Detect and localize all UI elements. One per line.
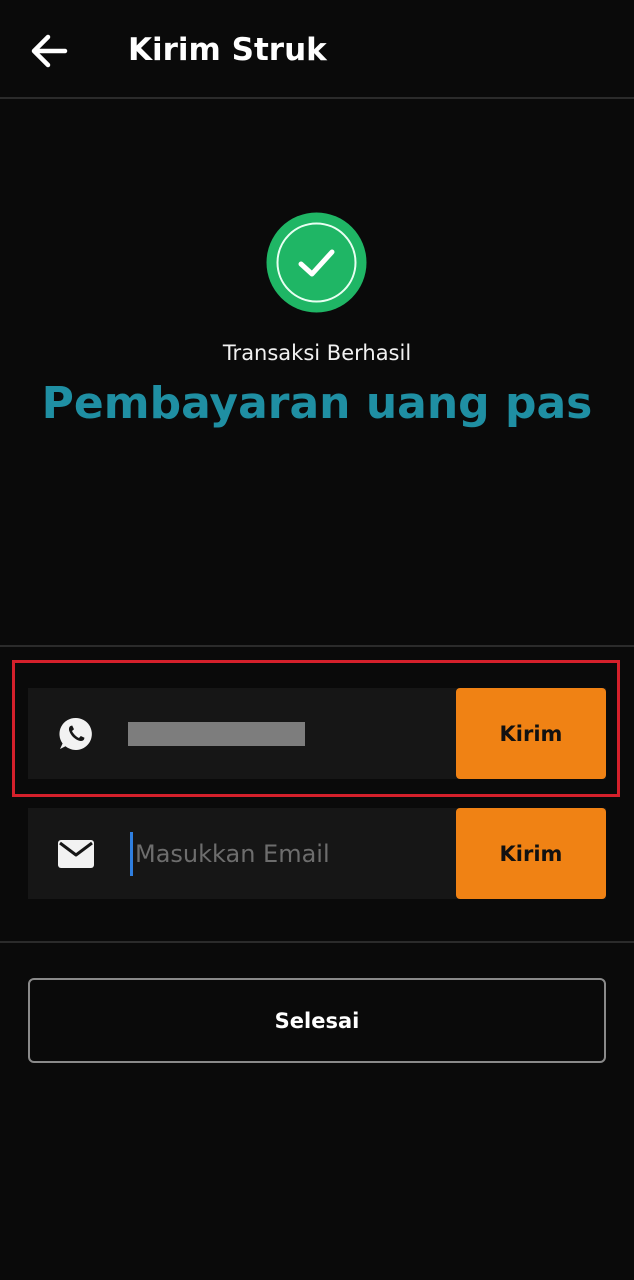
whatsapp-icon <box>58 716 94 752</box>
email-send-button[interactable]: Kirim <box>456 808 606 899</box>
transaction-status-text: Transaksi Berhasil <box>222 341 412 365</box>
back-button[interactable] <box>26 30 72 72</box>
mail-icon <box>58 836 94 872</box>
whatsapp-send-button[interactable]: Kirim <box>456 688 606 779</box>
payment-method-headline: Pembayaran uang pas <box>41 378 593 429</box>
email-row: Masukkan Email Kirim <box>28 808 606 899</box>
check-circle-icon <box>266 212 367 313</box>
arrow-left-icon <box>31 34 68 68</box>
text-cursor <box>130 831 133 876</box>
email-placeholder: Masukkan Email <box>135 839 330 868</box>
page-title: Kirim Struk <box>128 32 327 68</box>
email-input[interactable]: Masukkan Email <box>130 808 450 899</box>
app-bar: Kirim Struk <box>0 0 634 99</box>
divider <box>0 941 634 943</box>
done-button[interactable]: Selesai <box>28 978 606 1063</box>
divider <box>0 645 634 647</box>
whatsapp-number-field[interactable] <box>128 688 448 779</box>
whatsapp-row: Kirim <box>28 688 606 779</box>
masked-phone-number <box>128 721 305 746</box>
